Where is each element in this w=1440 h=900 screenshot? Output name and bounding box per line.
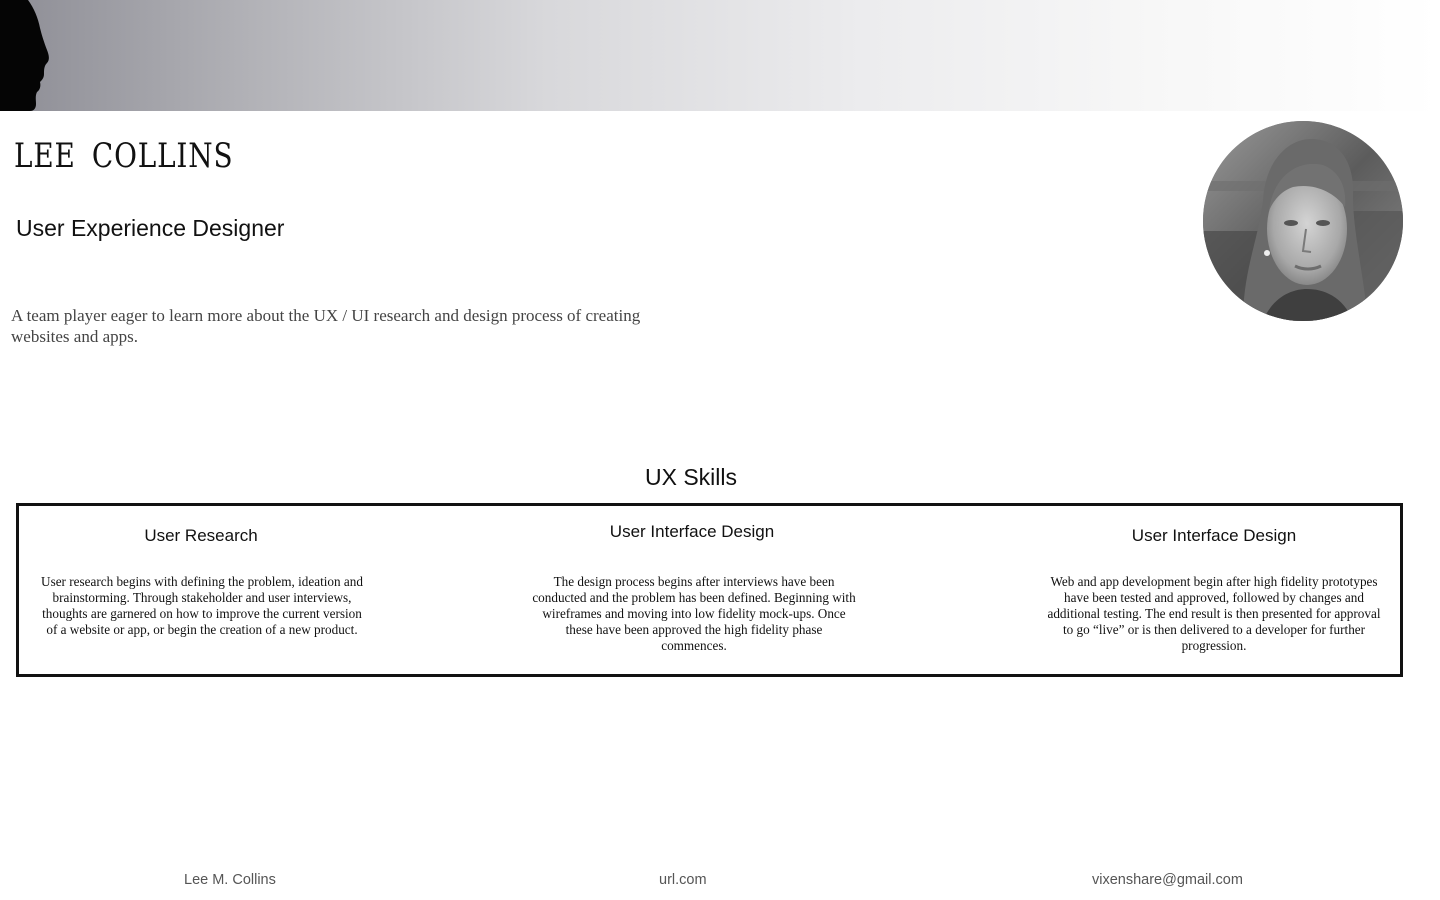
skill-title: User Interface Design <box>1131 526 1297 545</box>
profile-name: LEE COLLINS <box>14 136 234 176</box>
skill-description: Web and app development begin after high… <box>1047 574 1381 653</box>
head-silhouette-icon <box>0 0 49 111</box>
profile-photo <box>1203 121 1403 321</box>
skill-description: The design process begins after intervie… <box>532 574 856 653</box>
skill-card-ui-design: User Interface Design <box>532 522 852 542</box>
footer-url-link[interactable]: url.com <box>659 872 707 888</box>
footer-name: Lee M. Collins <box>184 872 276 888</box>
footer-email-link[interactable]: vixenshare@gmail.com <box>1092 872 1243 888</box>
header-banner <box>0 0 1440 111</box>
skill-card-user-research: User Research <box>39 526 363 546</box>
profile-role: User Experience Designer <box>16 215 285 241</box>
skill-title: User Interface Design <box>609 522 775 541</box>
skills-heading: UX Skills <box>644 464 737 490</box>
skill-card-ui-design-2: User Interface Design <box>1049 526 1379 546</box>
profile-summary: A team player eager to learn more about … <box>11 306 641 346</box>
skill-description: User research begins with defining the p… <box>41 574 363 637</box>
skill-title: User Research <box>144 526 258 545</box>
skills-panel: User Research User research begins with … <box>16 503 1403 677</box>
